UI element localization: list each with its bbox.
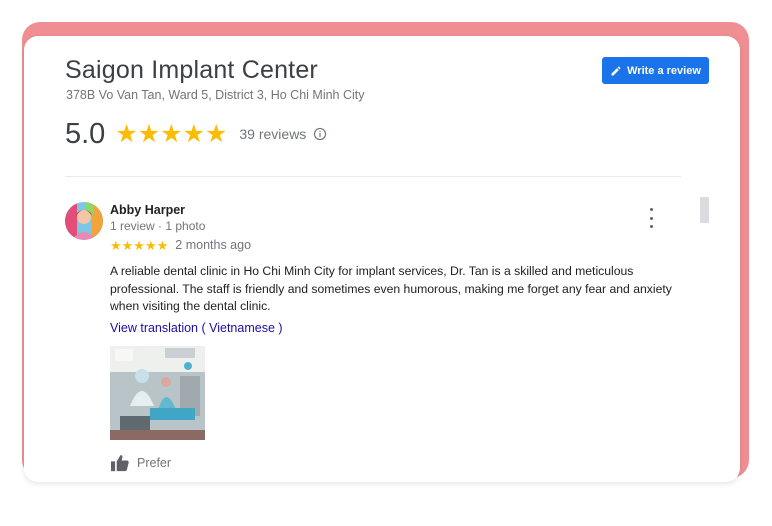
review-count[interactable]: 39 reviews	[239, 126, 306, 142]
more-vert-icon[interactable]	[644, 208, 658, 228]
business-address: 378B Vo Van Tan, Ward 5, District 3, Ho …	[66, 88, 365, 102]
like-label: Prefer	[137, 456, 172, 470]
like-button[interactable]: Prefer	[110, 454, 171, 472]
info-icon[interactable]	[313, 127, 327, 141]
review-rating: ★★★★★ 2 months ago	[110, 238, 251, 252]
review-text: A reliable dental clinic in Ho Chi Minh …	[110, 264, 672, 313]
review-date: 2 months ago	[175, 238, 252, 252]
divider	[65, 176, 681, 177]
business-name: Saigon Implant Center	[65, 56, 318, 84]
pencil-icon	[610, 65, 622, 77]
scrollbar-thumb[interactable]	[700, 197, 709, 223]
overall-rating: 5.0 ★★★★★ 39 reviews	[65, 116, 327, 152]
reviewer-avatar[interactable]	[65, 202, 103, 240]
view-translation-link[interactable]: View translation ( Vietnamese )	[110, 321, 283, 335]
stage: Saigon Implant Center 378B Vo Van Tan, W…	[0, 0, 772, 526]
reviewer-name[interactable]: Abby Harper	[110, 203, 185, 217]
reviews-card: Saigon Implant Center 378B Vo Van Tan, W…	[24, 36, 740, 482]
rating-stars: ★★★★★	[115, 119, 228, 148]
review-stars: ★★★★★	[110, 237, 169, 253]
thumb-up-icon	[110, 454, 130, 472]
write-review-label: Write a review	[627, 64, 701, 77]
rating-value: 5.0	[65, 117, 106, 150]
reviewer-meta: 1 review · 1 photo	[110, 219, 206, 233]
review-photo[interactable]	[110, 346, 205, 440]
write-review-button[interactable]: Write a review	[602, 57, 709, 84]
